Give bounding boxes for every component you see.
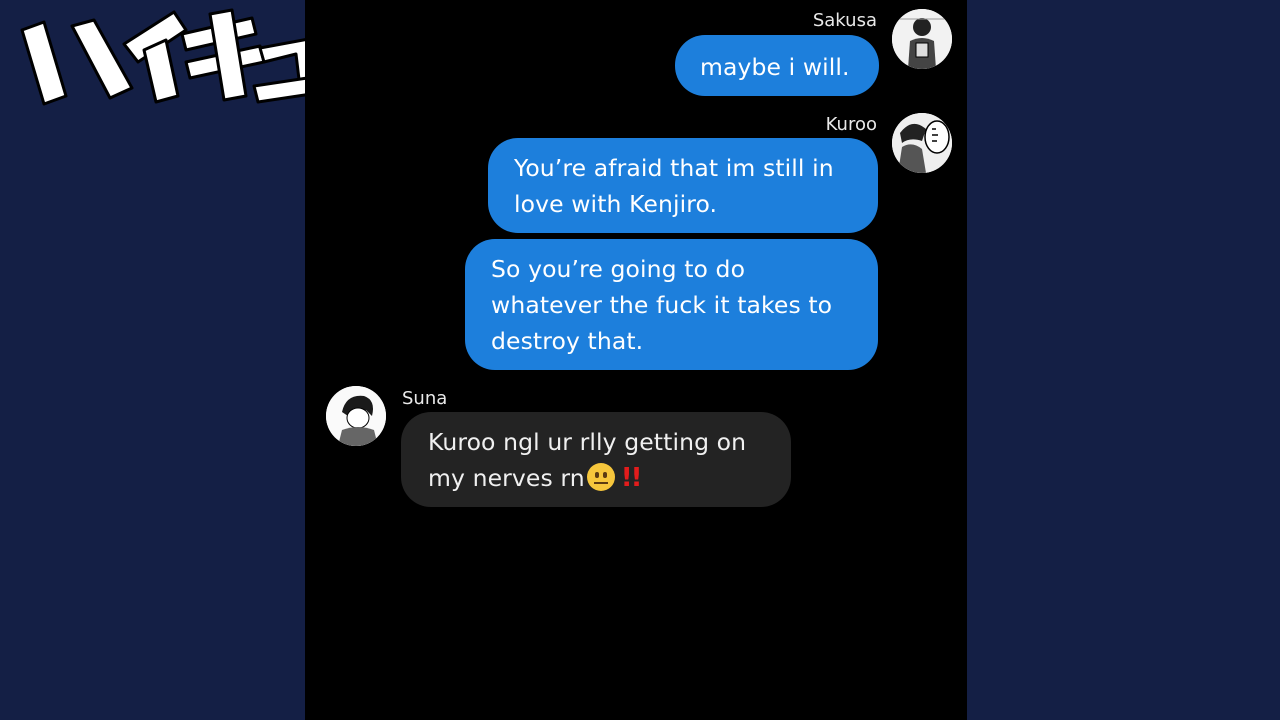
kuroo-avatar-icon[interactable] [892,113,952,173]
neutral-face-emoji [586,463,615,491]
message-bubble-4[interactable]: Kuroo ngl ur rlly getting on my nerves r… [401,412,791,507]
sakusa-avatar-icon[interactable] [892,9,952,69]
message-text-3-line-3: destroy that. [491,327,644,355]
sender-name-suna: Suna [402,388,448,409]
message-text-4-line-1: Kuroo ngl ur rlly getting on [428,428,747,456]
message-bubble-3[interactable]: So you’re going to do whatever the fuck … [465,239,878,370]
message-text-2-line-2: love with Kenjiro. [514,190,718,218]
message-text-4-line-2-wrap: my nerves rn!! [428,460,791,496]
message-text-3-line-2: whatever the fuck it takes to [491,291,833,319]
message-bubble-2[interactable]: You’re afraid that im still in love with… [488,138,878,233]
message-text-3-line-1: So you’re going to do [491,255,746,283]
message-text-2-line-1: You’re afraid that im still in [514,154,834,182]
sender-name-kuroo: Kuroo [825,114,877,135]
message-bubble-1[interactable]: maybe i will. [675,35,879,96]
message-text-4-line-2: my nerves rn [428,464,585,492]
sender-name-sakusa: Sakusa [812,10,877,31]
chat-screen: Sakusa maybe i will. Kuroo You’re afraid… [305,0,967,720]
video-frame: Sakusa maybe i will. Kuroo You’re afraid… [0,0,1280,720]
message-text-1-line-1: maybe i will. [700,53,850,81]
suna-avatar-icon[interactable] [326,386,386,446]
double-exclamation-emoji: !! [620,463,643,493]
